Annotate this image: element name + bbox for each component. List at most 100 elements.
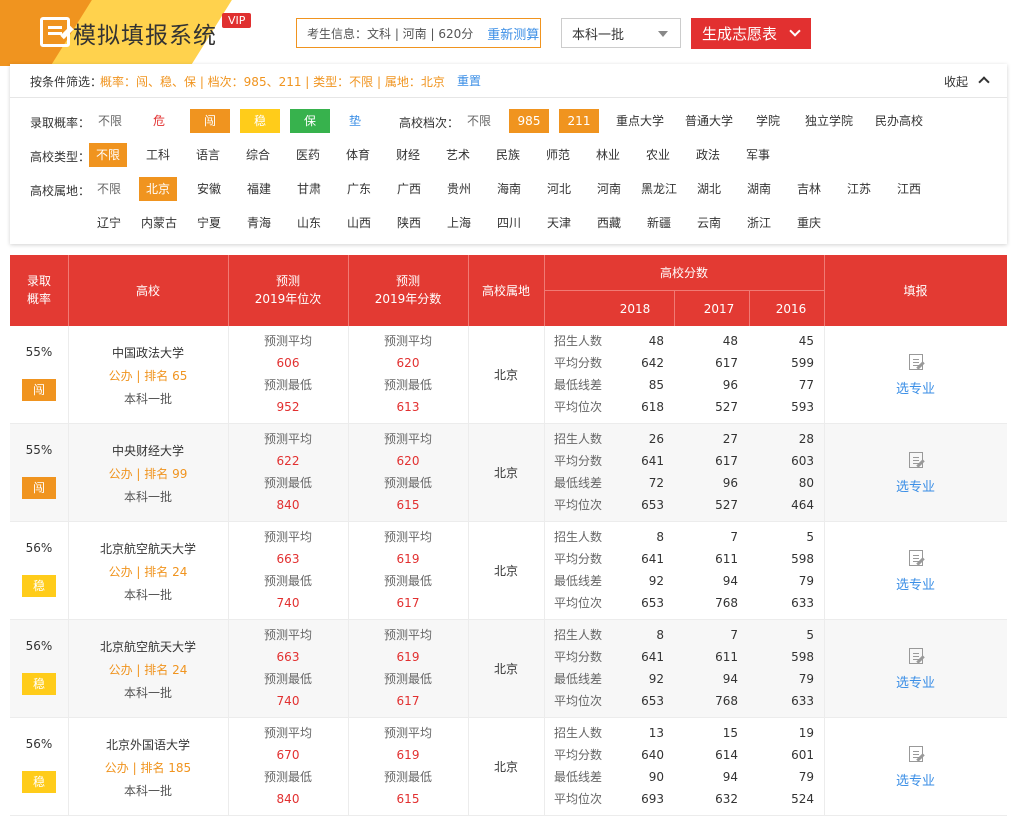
type-option[interactable]: 林业 xyxy=(583,143,633,167)
prob-option[interactable]: 保 xyxy=(290,109,330,133)
probability-tag: 稳 xyxy=(22,575,56,597)
type-option[interactable]: 工科 xyxy=(133,143,183,167)
pred-value: 613 xyxy=(396,400,420,414)
chevron-up-icon[interactable] xyxy=(978,76,990,88)
level-option[interactable]: 学院 xyxy=(755,109,781,133)
batch-select[interactable]: 本科一批 xyxy=(561,18,681,48)
location-option[interactable]: 不限 xyxy=(84,177,134,201)
score-2017: 768 xyxy=(715,694,738,708)
location-option[interactable]: 河南 xyxy=(584,177,634,201)
prob-option[interactable]: 不限 xyxy=(98,109,122,133)
pred-value: 615 xyxy=(396,498,420,512)
score-2018: 641 xyxy=(641,650,664,664)
location-option[interactable]: 云南 xyxy=(684,211,734,235)
location-option[interactable]: 江苏 xyxy=(834,177,884,201)
score-row: 平均分数 640 614 601 xyxy=(554,744,824,766)
collapse-filter-link[interactable]: 收起 xyxy=(944,73,968,90)
level-option[interactable]: 不限 xyxy=(466,109,492,133)
cell-divider xyxy=(544,326,545,424)
type-option[interactable]: 医药 xyxy=(283,143,333,167)
type-option[interactable]: 不限 xyxy=(89,143,127,167)
level-option[interactable]: 211 xyxy=(559,109,599,133)
level-option[interactable]: 重点大学 xyxy=(613,109,667,133)
type-option[interactable]: 综合 xyxy=(233,143,283,167)
location-option[interactable]: 四川 xyxy=(484,211,534,235)
type-option[interactable]: 语言 xyxy=(183,143,233,167)
score-label: 招生人数 xyxy=(554,628,603,642)
location-option[interactable]: 天津 xyxy=(534,211,584,235)
pred-label: 预测最低 xyxy=(383,770,432,784)
location-option[interactable]: 江西 xyxy=(884,177,934,201)
prob-option[interactable]: 垫 xyxy=(340,109,370,133)
score-2017: 611 xyxy=(715,650,738,664)
generate-table-button[interactable]: 生成志愿表 xyxy=(691,18,811,49)
type-option[interactable]: 财经 xyxy=(383,143,433,167)
score-2018: 8 xyxy=(656,628,664,642)
filter-panel: 按条件筛选： 概率：闯、稳、保 | 档次：985、211 | 类型：不限 | 属… xyxy=(10,64,1007,244)
location-option[interactable]: 北京 xyxy=(139,177,177,201)
school-name[interactable]: 中央财经大学 xyxy=(68,442,228,459)
location-option[interactable]: 西藏 xyxy=(584,211,634,235)
location-option[interactable]: 陕西 xyxy=(384,211,434,235)
type-option[interactable]: 民族 xyxy=(483,143,533,167)
location-option[interactable]: 安徽 xyxy=(184,177,234,201)
prob-option[interactable]: 稳 xyxy=(240,109,280,133)
remeasure-link[interactable]: 重新测算 xyxy=(487,24,539,43)
location-option[interactable]: 湖南 xyxy=(734,177,784,201)
school-batch: 本科一批 xyxy=(123,784,172,798)
location-option[interactable]: 青海 xyxy=(234,211,284,235)
score-label: 招生人数 xyxy=(554,334,603,348)
location-option[interactable]: 吉林 xyxy=(784,177,834,201)
school-name[interactable]: 北京外国语大学 xyxy=(68,736,228,753)
location-option[interactable]: 福建 xyxy=(234,177,284,201)
level-option[interactable]: 普通大学 xyxy=(682,109,736,133)
score-2018: 85 xyxy=(648,378,664,392)
prob-option[interactable]: 危 xyxy=(144,109,174,133)
location-option[interactable]: 上海 xyxy=(434,211,484,235)
school-name[interactable]: 中国政法大学 xyxy=(68,344,228,361)
select-major-link[interactable]: 选专业 xyxy=(824,672,1007,691)
location-option[interactable]: 海南 xyxy=(484,177,534,201)
location-option[interactable]: 黑龙江 xyxy=(634,177,684,201)
location-option[interactable]: 浙江 xyxy=(734,211,784,235)
school-name[interactable]: 北京航空航天大学 xyxy=(68,540,228,557)
type-option[interactable]: 农业 xyxy=(633,143,683,167)
type-option[interactable]: 艺术 xyxy=(433,143,483,167)
select-major-link[interactable]: 选专业 xyxy=(824,574,1007,593)
location-option[interactable]: 重庆 xyxy=(784,211,834,235)
select-major-link[interactable]: 选专业 xyxy=(824,770,1007,789)
location-option[interactable]: 宁夏 xyxy=(184,211,234,235)
select-major-link[interactable]: 选专业 xyxy=(824,378,1007,397)
location-option[interactable]: 甘肃 xyxy=(284,177,334,201)
level-option[interactable]: 民办高校 xyxy=(872,109,926,133)
location-option[interactable]: 辽宁 xyxy=(84,211,134,235)
type-option[interactable]: 师范 xyxy=(533,143,583,167)
school-name[interactable]: 北京航空航天大学 xyxy=(68,638,228,655)
location-option[interactable]: 新疆 xyxy=(634,211,684,235)
reset-filter-link[interactable]: 重置 xyxy=(457,72,481,89)
location-option[interactable]: 广西 xyxy=(384,177,434,201)
location-option[interactable]: 湖北 xyxy=(684,177,734,201)
type-option[interactable]: 体育 xyxy=(333,143,383,167)
chevron-down-icon xyxy=(789,25,801,37)
level-option[interactable]: 985 xyxy=(509,109,549,133)
pred-value: 740 xyxy=(276,596,300,610)
prob-option[interactable]: 闯 xyxy=(190,109,230,133)
location-option[interactable]: 内蒙古 xyxy=(134,211,184,235)
score-row: 招生人数 8 7 5 xyxy=(554,624,824,646)
select-major-link[interactable]: 选专业 xyxy=(824,476,1007,495)
location-option[interactable]: 河北 xyxy=(534,177,584,201)
location-option[interactable]: 山东 xyxy=(284,211,334,235)
admission-rate: 55% xyxy=(25,443,53,457)
filter-summary-value: 概率：闯、稳、保 | 档次：985、211 | 类型：不限 | 属地：北京 xyxy=(100,75,445,89)
type-option[interactable]: 政法 xyxy=(683,143,733,167)
score-2016: 28 xyxy=(798,432,814,446)
location-option[interactable]: 贵州 xyxy=(434,177,484,201)
location-option[interactable]: 广东 xyxy=(334,177,384,201)
level-option[interactable]: 独立学院 xyxy=(802,109,856,133)
location-option[interactable]: 山西 xyxy=(334,211,384,235)
school-location: 北京 xyxy=(493,368,518,382)
type-option[interactable]: 军事 xyxy=(733,143,783,167)
score-label: 平均位次 xyxy=(554,694,603,708)
pred-value: 617 xyxy=(396,694,420,708)
